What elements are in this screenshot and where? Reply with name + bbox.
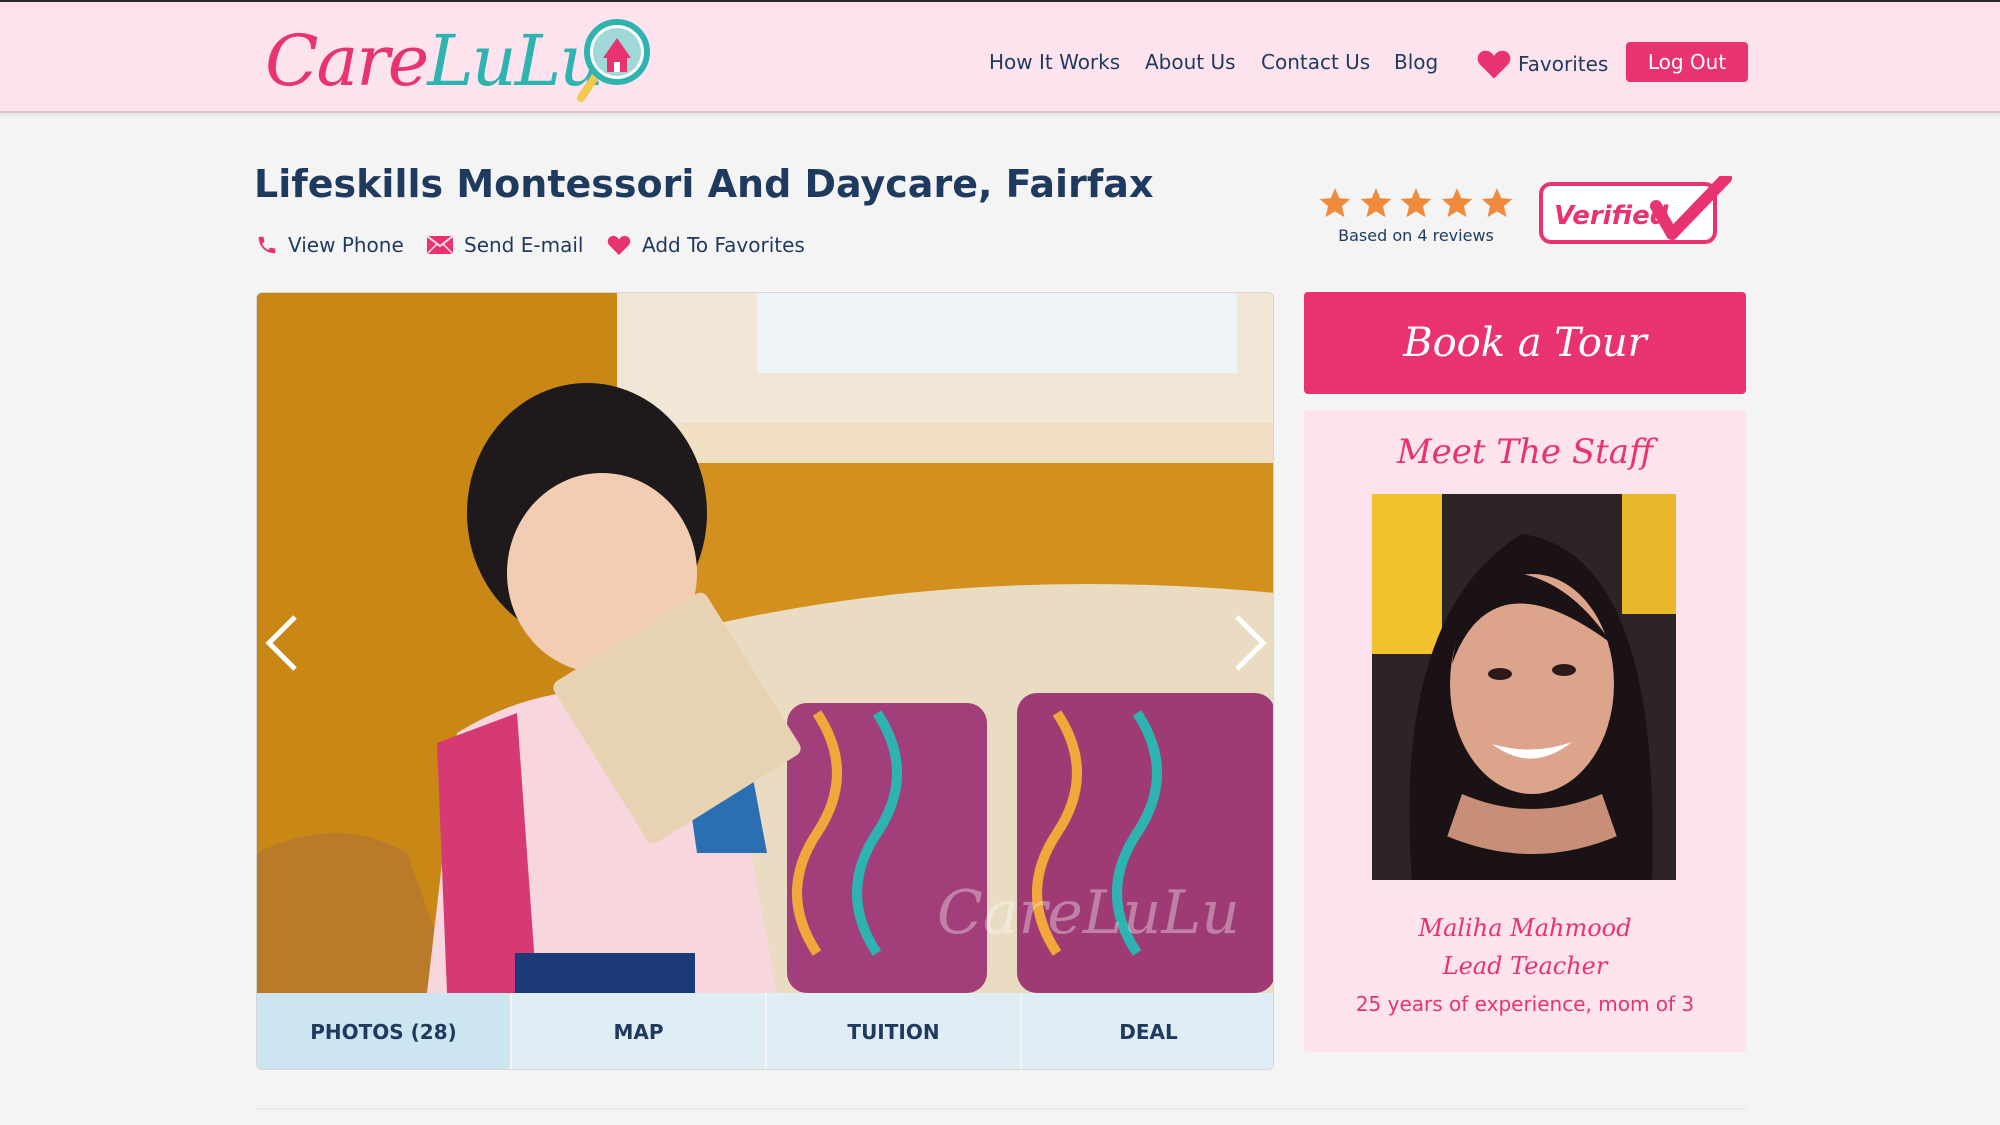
nav-how-it-works[interactable]: How It Works xyxy=(989,50,1120,74)
tab-tuition[interactable]: TUITION xyxy=(767,993,1022,1069)
staff-role: Lead Teacher xyxy=(1442,952,1608,980)
tab-deal[interactable]: DEAL xyxy=(1022,993,1273,1069)
add-to-favorites-label: Add To Favorites xyxy=(642,233,805,257)
staff-description: 25 years of experience, mom of 3 xyxy=(1355,992,1695,1016)
section-divider xyxy=(256,1108,1746,1110)
svg-text:CareLuLu: CareLuLu xyxy=(937,878,1240,948)
star-icon xyxy=(1441,188,1472,218)
rating-summary[interactable]: Based on 4 reviews xyxy=(1318,186,1514,245)
page-title: Lifeskills Montessori And Daycare, Fairf… xyxy=(254,162,1154,206)
logout-button[interactable]: Log Out xyxy=(1626,42,1748,82)
nav-blog[interactable]: Blog xyxy=(1394,50,1438,74)
book-tour-button[interactable]: Book a Tour xyxy=(1304,292,1746,394)
nav-about-us[interactable]: About Us xyxy=(1145,50,1236,74)
heart-icon xyxy=(607,235,631,255)
star-icon xyxy=(1481,188,1513,218)
star-rating xyxy=(1318,186,1514,220)
favorites-label: Favorites xyxy=(1518,52,1609,76)
gallery-next-arrow[interactable] xyxy=(1231,613,1271,673)
envelope-icon xyxy=(426,235,454,255)
gallery-prev-arrow[interactable] xyxy=(261,613,301,673)
tab-photos[interactable]: PHOTOS (28) xyxy=(257,993,512,1069)
send-email-link[interactable]: Send E-mail xyxy=(426,230,583,260)
send-email-label: Send E-mail xyxy=(464,233,584,257)
view-phone-link[interactable]: View Phone xyxy=(256,230,404,260)
gallery-photo: CareLuLu xyxy=(257,293,1273,993)
staff-name: Maliha Mahmood xyxy=(1418,914,1632,942)
tab-map[interactable]: MAP xyxy=(512,993,767,1069)
star-icon xyxy=(1360,188,1391,218)
meet-the-staff-card: Meet The Staff Maliha Mahmood Lead Teach… xyxy=(1304,410,1746,1052)
nav-contact-us[interactable]: Contact Us xyxy=(1261,50,1370,74)
heart-icon xyxy=(1477,50,1511,79)
staff-photo xyxy=(1372,494,1676,880)
add-to-favorites-link[interactable]: Add To Favorites xyxy=(606,230,805,260)
site-header: CareLuLu How It Works About Us Contact U… xyxy=(0,0,2000,113)
photo-gallery: CareLuLu PHOTOS (28) MAP TUITION DEAL xyxy=(256,292,1274,1070)
view-phone-label: View Phone xyxy=(288,233,404,257)
gallery-tabs: PHOTOS (28) MAP TUITION DEAL xyxy=(257,993,1273,1069)
staff-heading: Meet The Staff xyxy=(1396,432,1654,472)
main-nav: How It Works About Us Contact Us Blog Fa… xyxy=(0,42,2000,86)
star-icon xyxy=(1319,188,1351,218)
rating-caption: Based on 4 reviews xyxy=(1338,226,1494,245)
favorites-link[interactable]: Favorites xyxy=(1476,46,1608,82)
verified-badge: Verified xyxy=(1538,172,1734,254)
star-icon xyxy=(1400,188,1432,218)
phone-icon xyxy=(258,236,276,254)
